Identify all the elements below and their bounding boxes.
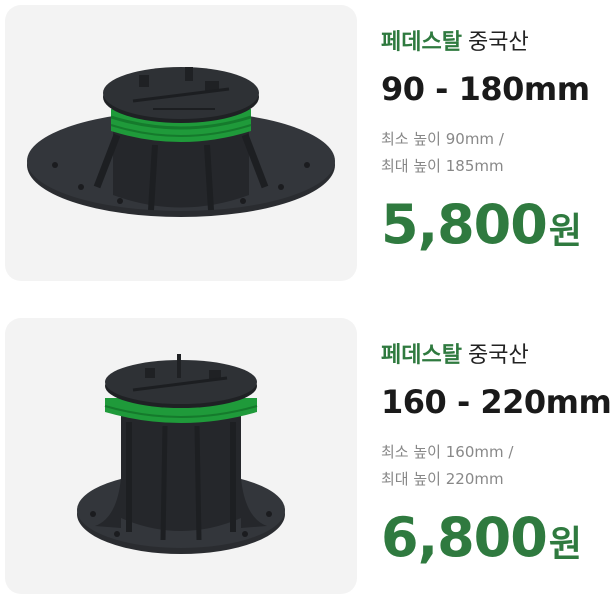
product-image-box[interactable] <box>5 5 357 281</box>
max-height-text: 최대 높이 220mm <box>381 470 504 488</box>
price: 6,800원 <box>381 506 582 583</box>
max-height-text: 최대 높이 185mm <box>381 157 504 175</box>
price-currency: 원 <box>548 524 582 565</box>
origin-label: 중국산 <box>467 30 529 55</box>
origin-label: 중국산 <box>467 343 529 368</box>
price-value: 5,800 <box>381 193 548 256</box>
product-title: 페데스탈 중국산 <box>381 29 529 57</box>
product-card-1[interactable]: 페데스탈 중국산 90 - 180mm 최소 높이 90mm / 최대 높이 18… <box>0 5 610 281</box>
min-height-text: 최소 높이 160mm / <box>381 443 514 461</box>
price-value: 6,800 <box>381 506 548 569</box>
product-title: 페데스탈 중국산 <box>381 342 529 370</box>
height-range: 160 - 220mm <box>381 383 610 421</box>
price-currency: 원 <box>548 211 582 252</box>
price: 5,800원 <box>381 193 582 270</box>
brand-name: 페데스탈 <box>381 30 462 55</box>
short-pedestal-image <box>27 67 335 217</box>
brand-name: 페데스탈 <box>381 343 462 368</box>
tall-pedestal-image <box>77 354 285 554</box>
product-card-2[interactable]: 페데스탈 중국산 160 - 220mm 최소 높이 160mm / 최대 높이 … <box>0 318 610 594</box>
height-range: 90 - 180mm <box>381 70 590 108</box>
product-image-box[interactable] <box>5 318 357 594</box>
min-height-text: 최소 높이 90mm / <box>381 130 504 148</box>
